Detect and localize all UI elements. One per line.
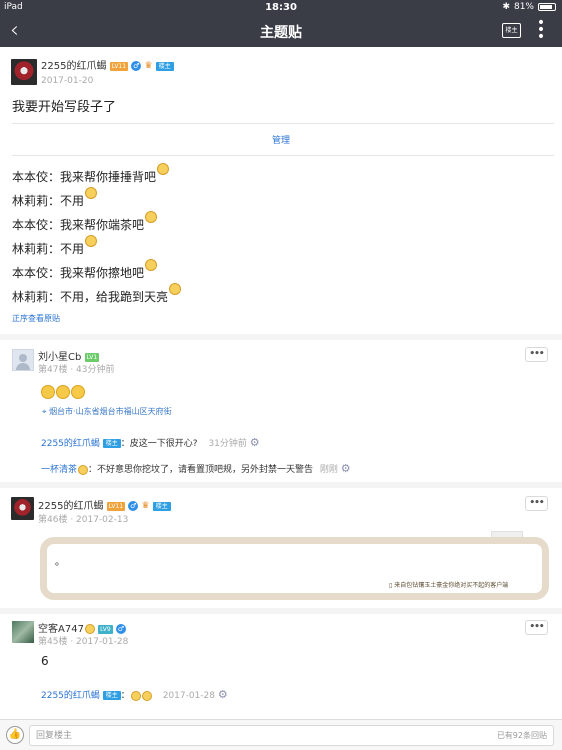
- reply-avatar[interactable]: [11, 497, 34, 520]
- view-original-link[interactable]: 正序查看原贴: [12, 313, 60, 324]
- emoji-icon: [84, 624, 95, 634]
- owner-badge: 楼主: [102, 439, 121, 448]
- divider: [12, 123, 554, 124]
- sub-reply-author[interactable]: 2255的红爪蝎: [41, 439, 100, 449]
- smile-emoji-icon: [85, 187, 98, 199]
- laugh-emoji-group: [41, 384, 86, 403]
- post-title: 我要开始写段子了: [12, 100, 117, 115]
- laugh-emoji-icon: [56, 385, 70, 399]
- sub-reply-text: ：不好意思你挖坟了，请看置顶吧规，另外封禁一天警告: [88, 465, 314, 475]
- male-icon: ♂: [115, 624, 126, 634]
- smile-emoji-icon: [169, 283, 182, 295]
- sub-reply-text: ：皮这一下很开心?: [120, 439, 198, 449]
- card-footer: ▯ 来自包钻镶玉土豪金你绝对买不起的客户端: [389, 582, 509, 589]
- main-post-author[interactable]: 2255的红爪蝎: [41, 61, 106, 72]
- reply-more-button[interactable]: •••: [525, 620, 548, 635]
- level-badge: LV11: [106, 501, 126, 511]
- reply-author-row: 刘小星Cb LV1: [38, 348, 100, 363]
- owner-badge: 楼主: [155, 61, 174, 71]
- bottom-bar: 👍 已有92条回贴: [0, 719, 562, 750]
- owner-only-button[interactable]: 楼主: [502, 23, 521, 38]
- sub-reply-time: 刚刚: [319, 465, 338, 475]
- laugh-emoji-icon: [41, 385, 55, 399]
- smile-emoji-icon: [145, 211, 158, 223]
- more-menu-icon[interactable]: • • •: [536, 16, 546, 44]
- sub-reply: 2255的红爪蝎 楼主： 2017-01-28 ⚙: [41, 688, 228, 701]
- sun-emoji-icon: [78, 464, 89, 475]
- reply-input[interactable]: [36, 728, 456, 743]
- main-post-date: 2017-01-20: [41, 76, 94, 86]
- status-right: ✱ 81%: [502, 2, 556, 12]
- level-badge: LV9: [98, 624, 113, 634]
- sub-reply-time: 31分钟前: [208, 439, 247, 449]
- divider: [12, 155, 554, 156]
- reply-avatar[interactable]: [12, 621, 34, 643]
- medal-icon: ♛: [141, 501, 150, 511]
- page-title: 主题贴: [260, 25, 302, 41]
- reply-author[interactable]: 2255的红爪蝎: [38, 501, 103, 512]
- emoji-icon: [141, 690, 152, 701]
- reply-avatar[interactable]: [12, 349, 34, 371]
- reply-box[interactable]: 已有92条回贴: [29, 725, 554, 746]
- owner-badge: 楼主: [102, 691, 121, 700]
- male-icon: ♂: [128, 501, 139, 511]
- location-text: 烟台市·山东省烟台市福山区天府街: [49, 407, 172, 416]
- section-gap: [0, 334, 562, 340]
- reply-floor-time: 第47楼 · 43分钟前: [38, 365, 115, 375]
- phone-icon: ▯: [389, 582, 393, 589]
- sub-reply-author[interactable]: 一杯清茶: [41, 465, 77, 475]
- level-badge: LV11: [109, 61, 129, 71]
- manage-link[interactable]: 管理: [0, 133, 562, 146]
- location-row[interactable]: ⌖ 烟台市·山东省烟台市福山区天府街: [42, 406, 172, 417]
- reply-author-row: 2255的红爪蝎 LV11 ♂ ♛ 楼主: [38, 497, 171, 512]
- reply-author-row: 空客A747 LV9 ♂: [38, 620, 126, 635]
- location-pin-icon: ⌖: [42, 407, 47, 416]
- reply-count: 已有92条回贴: [496, 731, 547, 740]
- main-post-author-row: 2255的红爪蝎 LV11 ♂ ♛ 楼主: [41, 57, 174, 72]
- male-icon: ♂: [131, 61, 142, 71]
- reply-more-button[interactable]: •••: [525, 347, 548, 362]
- medal-icon: ♛: [144, 61, 153, 71]
- post-line: 本本佼：我来帮你端茶吧: [12, 211, 158, 233]
- post-line: 本本佼：我来帮你擦地吧: [12, 259, 158, 281]
- emoji-icon: [130, 690, 141, 701]
- smile-emoji-icon: [85, 235, 98, 247]
- owner-badge: 楼主: [152, 501, 171, 511]
- reply-floor-time: 第46楼 · 2017-02-13: [38, 515, 129, 525]
- section-gap: [0, 482, 562, 488]
- bluetooth-icon: ✱: [502, 2, 510, 12]
- post-line: 林莉莉：不用，给我跪到天亮: [12, 283, 182, 305]
- sub-reply-text: ：: [120, 691, 130, 701]
- level-badge: LV1: [84, 352, 100, 362]
- gear-icon[interactable]: ⚙: [250, 436, 260, 449]
- sub-reply-time: 2017-01-28: [162, 691, 215, 701]
- reply-floor-time: 第45楼 · 2017-01-28: [38, 637, 129, 647]
- reply-content: 6: [41, 654, 49, 668]
- card-text: 。: [55, 557, 65, 568]
- sub-reply: 2255的红爪蝎 楼主 ：皮这一下很开心? 31分钟前 ⚙: [41, 436, 260, 449]
- like-icon[interactable]: 👍: [6, 726, 24, 744]
- post-line: 本本佼：我来帮你捶捶背吧: [12, 163, 170, 185]
- smile-emoji-icon: [145, 259, 158, 271]
- post-line: 林莉莉：不用: [12, 235, 98, 257]
- gear-icon[interactable]: ⚙: [341, 462, 351, 475]
- sub-reply-author[interactable]: 2255的红爪蝎: [41, 691, 100, 701]
- status-bar: iPad 18:30 ✱ 81%: [0, 0, 562, 16]
- author-avatar[interactable]: [11, 59, 37, 85]
- sub-reply: 一杯清茶 ：不好意思你挖坟了，请看置顶吧规，另外封禁一天警告 刚刚 ⚙: [41, 462, 351, 475]
- battery-icon: [538, 3, 556, 11]
- laugh-emoji-icon: [71, 385, 85, 399]
- section-gap: [0, 608, 562, 614]
- smile-emoji-icon: [157, 163, 170, 175]
- gear-icon[interactable]: ⚙: [218, 688, 228, 701]
- post-line: 林莉莉：不用: [12, 187, 98, 209]
- status-time: 18:30: [265, 2, 297, 13]
- client-card: [40, 537, 549, 600]
- reply-more-button[interactable]: •••: [525, 496, 548, 511]
- nav-bar: ‹ 主题贴 楼主 • • •: [0, 16, 562, 47]
- battery-percent: 81%: [513, 2, 534, 12]
